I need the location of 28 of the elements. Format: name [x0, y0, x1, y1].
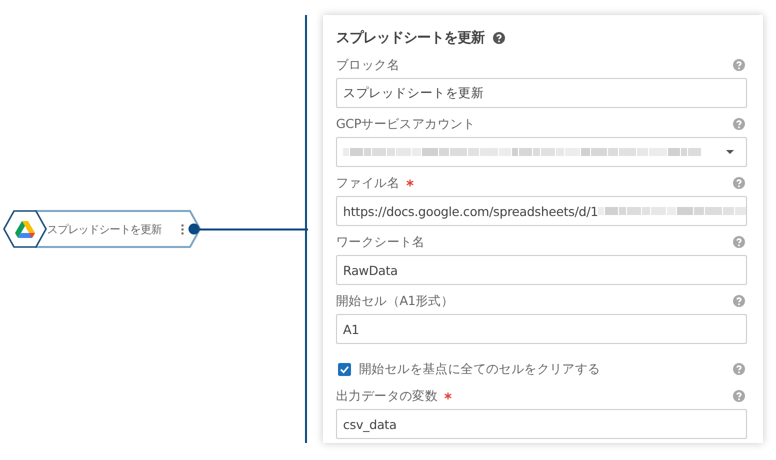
field-value: https://docs.google.com/spreadsheets/d/1 — [343, 204, 598, 218]
node-label: スプレッドシートを更新 — [47, 222, 162, 236]
checkbox-label: 開始セルを基点に全てのセルをクリアする — [359, 360, 602, 378]
required-mark-icon — [406, 179, 414, 187]
required-mark-icon — [444, 392, 452, 400]
field-value: スプレッドシートを更新 — [343, 84, 484, 102]
field-value: A1 — [343, 322, 360, 336]
field-label: ワークシート名 — [336, 234, 425, 250]
dropdown[interactable] — [336, 137, 747, 167]
input-field[interactable]: スプレッドシートを更新 — [336, 78, 747, 108]
field-label: ブロック名 — [336, 56, 400, 74]
caret-icon — [726, 150, 734, 154]
connector-port[interactable] — [188, 223, 200, 235]
help-icon[interactable] — [492, 32, 504, 44]
input-field[interactable]: csv_data — [336, 409, 747, 439]
field-label: 出力データの変数 — [336, 388, 438, 404]
field-value: RawData — [343, 262, 398, 278]
field-label: ファイル名 — [336, 174, 400, 192]
checkbox[interactable] — [338, 362, 351, 376]
drag-handle-icon[interactable] — [181, 224, 184, 235]
input-field[interactable]: A1 — [336, 314, 747, 344]
field-label: GCPサービスアカウント — [336, 116, 476, 132]
input-field[interactable]: https://docs.google.com/spreadsheets/d/1 — [336, 196, 747, 226]
input-field[interactable]: RawData — [336, 255, 747, 285]
panel-title: スプレッドシートを更新 — [336, 29, 484, 47]
drive-icon — [15, 220, 35, 238]
field-value: csv_data — [343, 416, 397, 432]
field-label: 開始セル（A1形式） — [336, 292, 454, 310]
